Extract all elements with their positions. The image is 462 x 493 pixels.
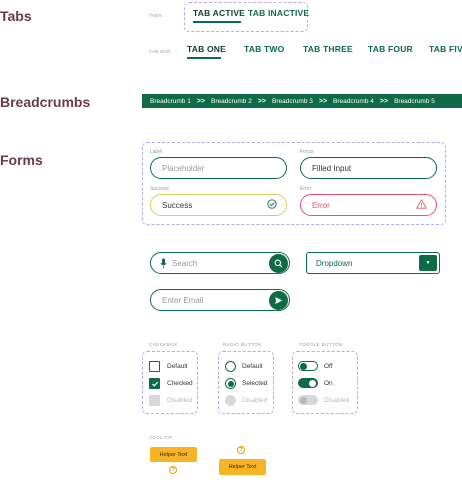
breadcrumb-separator-icon: >>	[196, 97, 206, 105]
toggle-on-label: On	[324, 379, 333, 387]
tabs-label: TABS	[149, 13, 163, 18]
success-caption: Success	[150, 186, 169, 192]
send-icon	[275, 296, 283, 304]
tooltip-bottom: Helper Text	[150, 447, 197, 462]
error-caption: Error	[300, 186, 312, 192]
breadcrumb-item-5[interactable]: Breadcrumb 5	[394, 98, 435, 105]
tab-one[interactable]: TAB ONE	[187, 44, 226, 54]
checkbox-default-label: Default	[167, 363, 188, 370]
tab-two[interactable]: TAB TWO	[244, 44, 284, 54]
checkbox-disabled: Disabled	[149, 395, 192, 406]
filled-input[interactable]: Filled Input	[300, 157, 437, 179]
section-title-forms: Forms	[0, 152, 43, 168]
toggle-label: TOGGLE BUTTON	[299, 342, 343, 347]
microphone-icon[interactable]	[160, 258, 167, 271]
checkmark-icon	[151, 381, 158, 387]
tab-one-underline	[187, 57, 221, 59]
search-button[interactable]	[269, 253, 288, 273]
checkbox-checked[interactable]: Checked	[149, 378, 193, 389]
toggle-switch-off[interactable]	[298, 361, 318, 371]
placeholder-input[interactable]: Placeholder	[150, 157, 287, 179]
checkbox-checked-box[interactable]	[149, 378, 160, 389]
checkbox-default[interactable]: Default	[149, 361, 188, 372]
toggle-off-label: Off	[324, 362, 333, 370]
checkbox[interactable]	[149, 361, 160, 372]
breadcrumb-separator-icon: >>	[318, 97, 328, 105]
radio-button-selected[interactable]	[225, 378, 236, 389]
section-title-breadcrumbs: Breadcrumbs	[0, 94, 91, 110]
toggle-switch-on[interactable]	[298, 378, 318, 388]
toggle-disabled-label: Disabled	[324, 396, 350, 404]
tab-five[interactable]: TAB FIVE	[429, 44, 462, 54]
breadcrumb-item-1[interactable]: Breadcrumb 1	[150, 98, 191, 105]
radio-disabled: Disabled	[225, 395, 267, 406]
email-field[interactable]: Enter Email	[150, 289, 290, 311]
radio-selected[interactable]: Selected	[225, 378, 267, 389]
breadcrumb: Breadcrumb 1 >> Breadcrumb 2 >> Breadcru…	[142, 94, 462, 108]
tab-four[interactable]: TAB FOUR	[368, 44, 413, 54]
dropdown-value: Dropdown	[316, 258, 353, 268]
breadcrumb-separator-icon: >>	[257, 97, 267, 105]
help-icon[interactable]: ?	[237, 446, 245, 454]
tab-inactive[interactable]: TAB INACTIVE	[248, 8, 309, 18]
search-input[interactable]: Search	[150, 252, 290, 274]
breadcrumb-separator-icon: >>	[379, 97, 389, 105]
chevron-down-icon[interactable]: ▼	[419, 255, 437, 271]
label-caption: Label	[150, 149, 163, 155]
tab-active[interactable]: TAB ACTIVE	[193, 8, 245, 18]
breadcrumb-item-3[interactable]: Breadcrumb 3	[272, 98, 313, 105]
search-placeholder: Search	[172, 258, 198, 268]
radio-button-disabled	[225, 395, 236, 406]
dropdown-select[interactable]: Dropdown ▼	[306, 252, 440, 274]
radio-default[interactable]: Default	[225, 361, 263, 372]
warning-icon	[415, 198, 428, 211]
success-input-value: Success	[162, 200, 193, 210]
radio-selected-label: Selected	[242, 380, 268, 387]
email-placeholder: Enter Email	[162, 295, 204, 305]
radio-default-label: Default	[242, 363, 263, 370]
tab-bar-label: TAB BAR	[149, 49, 171, 54]
search-icon	[274, 259, 283, 267]
tooltip-label: TOOL TIP	[149, 435, 173, 440]
error-input-value: Error	[312, 200, 330, 210]
checkbox-disabled-label: Disabled	[167, 397, 193, 404]
error-input[interactable]: Error	[300, 194, 437, 216]
help-icon[interactable]: ?	[169, 466, 177, 474]
radio-label: RADIO BUTTON	[223, 342, 262, 347]
check-circle-icon	[267, 199, 277, 211]
focus-caption: Focus	[300, 149, 314, 155]
submit-button[interactable]	[269, 290, 288, 310]
toggle-switch-disabled	[298, 395, 318, 405]
tab-three[interactable]: TAB THREE	[303, 44, 353, 54]
success-input[interactable]: Success	[150, 194, 287, 216]
checkbox-disabled-box	[149, 395, 160, 406]
radio-button[interactable]	[225, 361, 236, 372]
breadcrumb-item-2[interactable]: Breadcrumb 2	[211, 98, 252, 105]
toggle-disabled: Disabled	[298, 395, 349, 405]
checkbox-label: CHECKBOX	[149, 342, 178, 347]
section-title-tabs: Tabs	[0, 8, 32, 24]
radio-disabled-label: Disabled	[242, 397, 268, 404]
toggle-off[interactable]: Off	[298, 361, 333, 371]
tab-active-underline	[193, 21, 241, 23]
toggle-on[interactable]: On	[298, 378, 333, 388]
tooltip-top: Helper Text	[219, 459, 266, 475]
checkbox-checked-label: Checked	[167, 380, 193, 387]
breadcrumb-item-4[interactable]: Breadcrumb 4	[333, 98, 374, 105]
